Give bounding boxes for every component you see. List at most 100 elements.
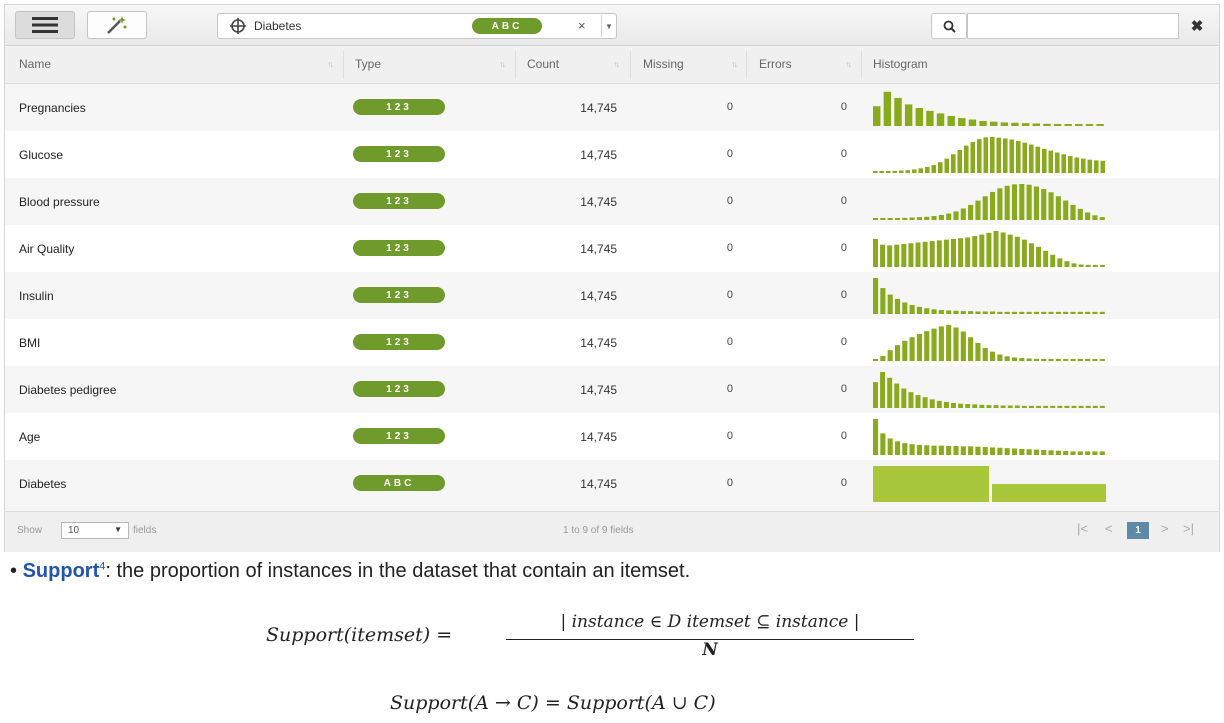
- histogram-bar: [1074, 157, 1080, 173]
- dataset-dropdown-button[interactable]: ▼: [601, 15, 616, 37]
- chevron-down-icon: ▼: [114, 525, 122, 534]
- histogram-bar: [916, 306, 922, 314]
- histogram-bar: [1035, 146, 1041, 173]
- sort-icon[interactable]: ↑↓: [327, 59, 334, 69]
- histogram-bar: [960, 311, 966, 314]
- histogram-bar: [958, 238, 964, 267]
- histogram-bar: [953, 327, 959, 361]
- histogram-bar: [1085, 311, 1091, 314]
- column-header-errors[interactable]: Errors: [759, 57, 792, 71]
- field-type-badge: 123: [353, 146, 445, 162]
- field-name[interactable]: Age: [19, 430, 40, 444]
- histogram-bar: [1004, 356, 1010, 361]
- table-row[interactable]: Blood pressure 123 14,745 0 0: [5, 178, 1219, 225]
- histogram-chart[interactable]: [873, 137, 1107, 173]
- field-name[interactable]: Diabetes pedigree: [19, 383, 116, 397]
- histogram-bar: [916, 444, 922, 455]
- histogram-bar: [951, 154, 956, 173]
- table-row[interactable]: BMI 123 14,745 0 0: [5, 319, 1219, 366]
- first-page-icon[interactable]: |<: [1077, 521, 1088, 536]
- column-header-missing[interactable]: Missing: [643, 57, 684, 71]
- page-size-select[interactable]: 10 ▼: [61, 522, 129, 539]
- histogram-bar: [1055, 359, 1061, 361]
- sort-icon[interactable]: ↑↓: [613, 59, 620, 69]
- histogram-chart[interactable]: [873, 278, 1107, 314]
- sort-icon[interactable]: ↑↓: [731, 59, 738, 69]
- histogram-bar: [996, 137, 1002, 173]
- field-missing: 0: [726, 383, 733, 395]
- histogram-bar: [1011, 184, 1018, 220]
- tool-button[interactable]: [87, 11, 147, 39]
- histogram-bar: [975, 343, 981, 361]
- dataset-panel: Diabetes ABC × ▼ ✖ Name ↑↓ Type ↑↓ Count…: [4, 4, 1220, 552]
- bullet-mark: •: [10, 560, 18, 582]
- field-name[interactable]: Glucose: [19, 148, 63, 162]
- field-name[interactable]: BMI: [19, 336, 40, 350]
- clear-dataset-button[interactable]: ×: [578, 18, 586, 33]
- search-input[interactable]: [967, 13, 1179, 39]
- table-row[interactable]: Pregnancies 123 14,745 0 0: [5, 84, 1219, 131]
- table-row[interactable]: Insulin 123 14,745 0 0: [5, 272, 1219, 319]
- histogram-chart[interactable]: [873, 466, 1107, 502]
- histogram-bar: [1011, 122, 1019, 126]
- sort-icon[interactable]: ↑↓: [499, 59, 506, 69]
- menu-button[interactable]: [15, 11, 75, 39]
- histogram-bar: [975, 311, 981, 314]
- dataset-selector[interactable]: Diabetes ABC × ▼: [217, 13, 617, 39]
- support-definition-text: : the proportion of instances in the dat…: [105, 560, 691, 582]
- histogram-bar: [1094, 160, 1099, 173]
- histogram-bar: [880, 355, 886, 361]
- field-count: 14,745: [580, 336, 617, 350]
- current-page-button[interactable]: 1: [1127, 522, 1149, 539]
- field-count: 14,745: [580, 101, 617, 115]
- column-header-count[interactable]: Count: [527, 57, 559, 71]
- histogram-bar: [880, 218, 886, 220]
- last-page-icon[interactable]: >|: [1183, 521, 1194, 536]
- field-name[interactable]: Diabetes: [19, 477, 66, 491]
- prev-page-icon[interactable]: <: [1105, 521, 1113, 536]
- field-errors: 0: [840, 148, 847, 160]
- histogram-bar: [892, 170, 898, 173]
- histogram-bar: [990, 351, 996, 361]
- column-header-name[interactable]: Name: [19, 57, 51, 71]
- histogram-bar: [1036, 405, 1042, 408]
- column-divider: [630, 51, 631, 79]
- histogram-bar: [926, 110, 934, 126]
- histogram-bar: [1064, 261, 1070, 267]
- histogram-bar: [943, 239, 949, 267]
- histogram-bar: [1070, 359, 1076, 361]
- histogram-chart[interactable]: [873, 184, 1107, 220]
- histogram-bar: [1029, 144, 1034, 173]
- table-row[interactable]: Glucose 123 14,745 0 0: [5, 131, 1219, 178]
- histogram-bar: [916, 217, 922, 220]
- histogram-bar: [1092, 311, 1098, 314]
- field-name[interactable]: Blood pressure: [19, 195, 100, 209]
- histogram-chart[interactable]: [873, 325, 1107, 361]
- histogram-bar: [1011, 311, 1018, 314]
- histogram-chart[interactable]: [873, 231, 1107, 267]
- histogram-bar: [905, 170, 911, 173]
- histogram-bar: [1063, 200, 1069, 220]
- table-header: Name ↑↓ Type ↑↓ Count ↑↓ Missing ↑↓ Erro…: [5, 47, 1219, 84]
- field-name[interactable]: Pregnancies: [19, 101, 86, 115]
- histogram-bar: [951, 402, 956, 408]
- histogram-chart[interactable]: [873, 372, 1107, 408]
- histogram-bar: [938, 310, 944, 314]
- table-row[interactable]: Age 123 14,745 0 0: [5, 413, 1219, 460]
- histogram-chart[interactable]: [873, 419, 1107, 455]
- histogram-bar: [982, 348, 988, 361]
- histogram-bar: [986, 405, 992, 408]
- sort-icon[interactable]: ↑↓: [845, 59, 852, 69]
- next-page-icon[interactable]: >: [1161, 521, 1169, 536]
- histogram-chart[interactable]: [873, 90, 1107, 126]
- field-name[interactable]: Air Quality: [19, 242, 74, 256]
- column-header-type[interactable]: Type: [355, 57, 381, 71]
- search-button[interactable]: [931, 13, 967, 39]
- table-row[interactable]: Diabetes ABC 14,745 0 0: [5, 460, 1219, 507]
- close-search-button[interactable]: ✖: [1185, 15, 1209, 37]
- table-row[interactable]: Diabetes pedigree 123 14,745 0 0: [5, 366, 1219, 413]
- table-row[interactable]: Air Quality 123 14,745 0 0: [5, 225, 1219, 272]
- field-name[interactable]: Insulin: [19, 289, 54, 303]
- histogram-bar: [986, 232, 992, 267]
- histogram-bar: [946, 213, 952, 220]
